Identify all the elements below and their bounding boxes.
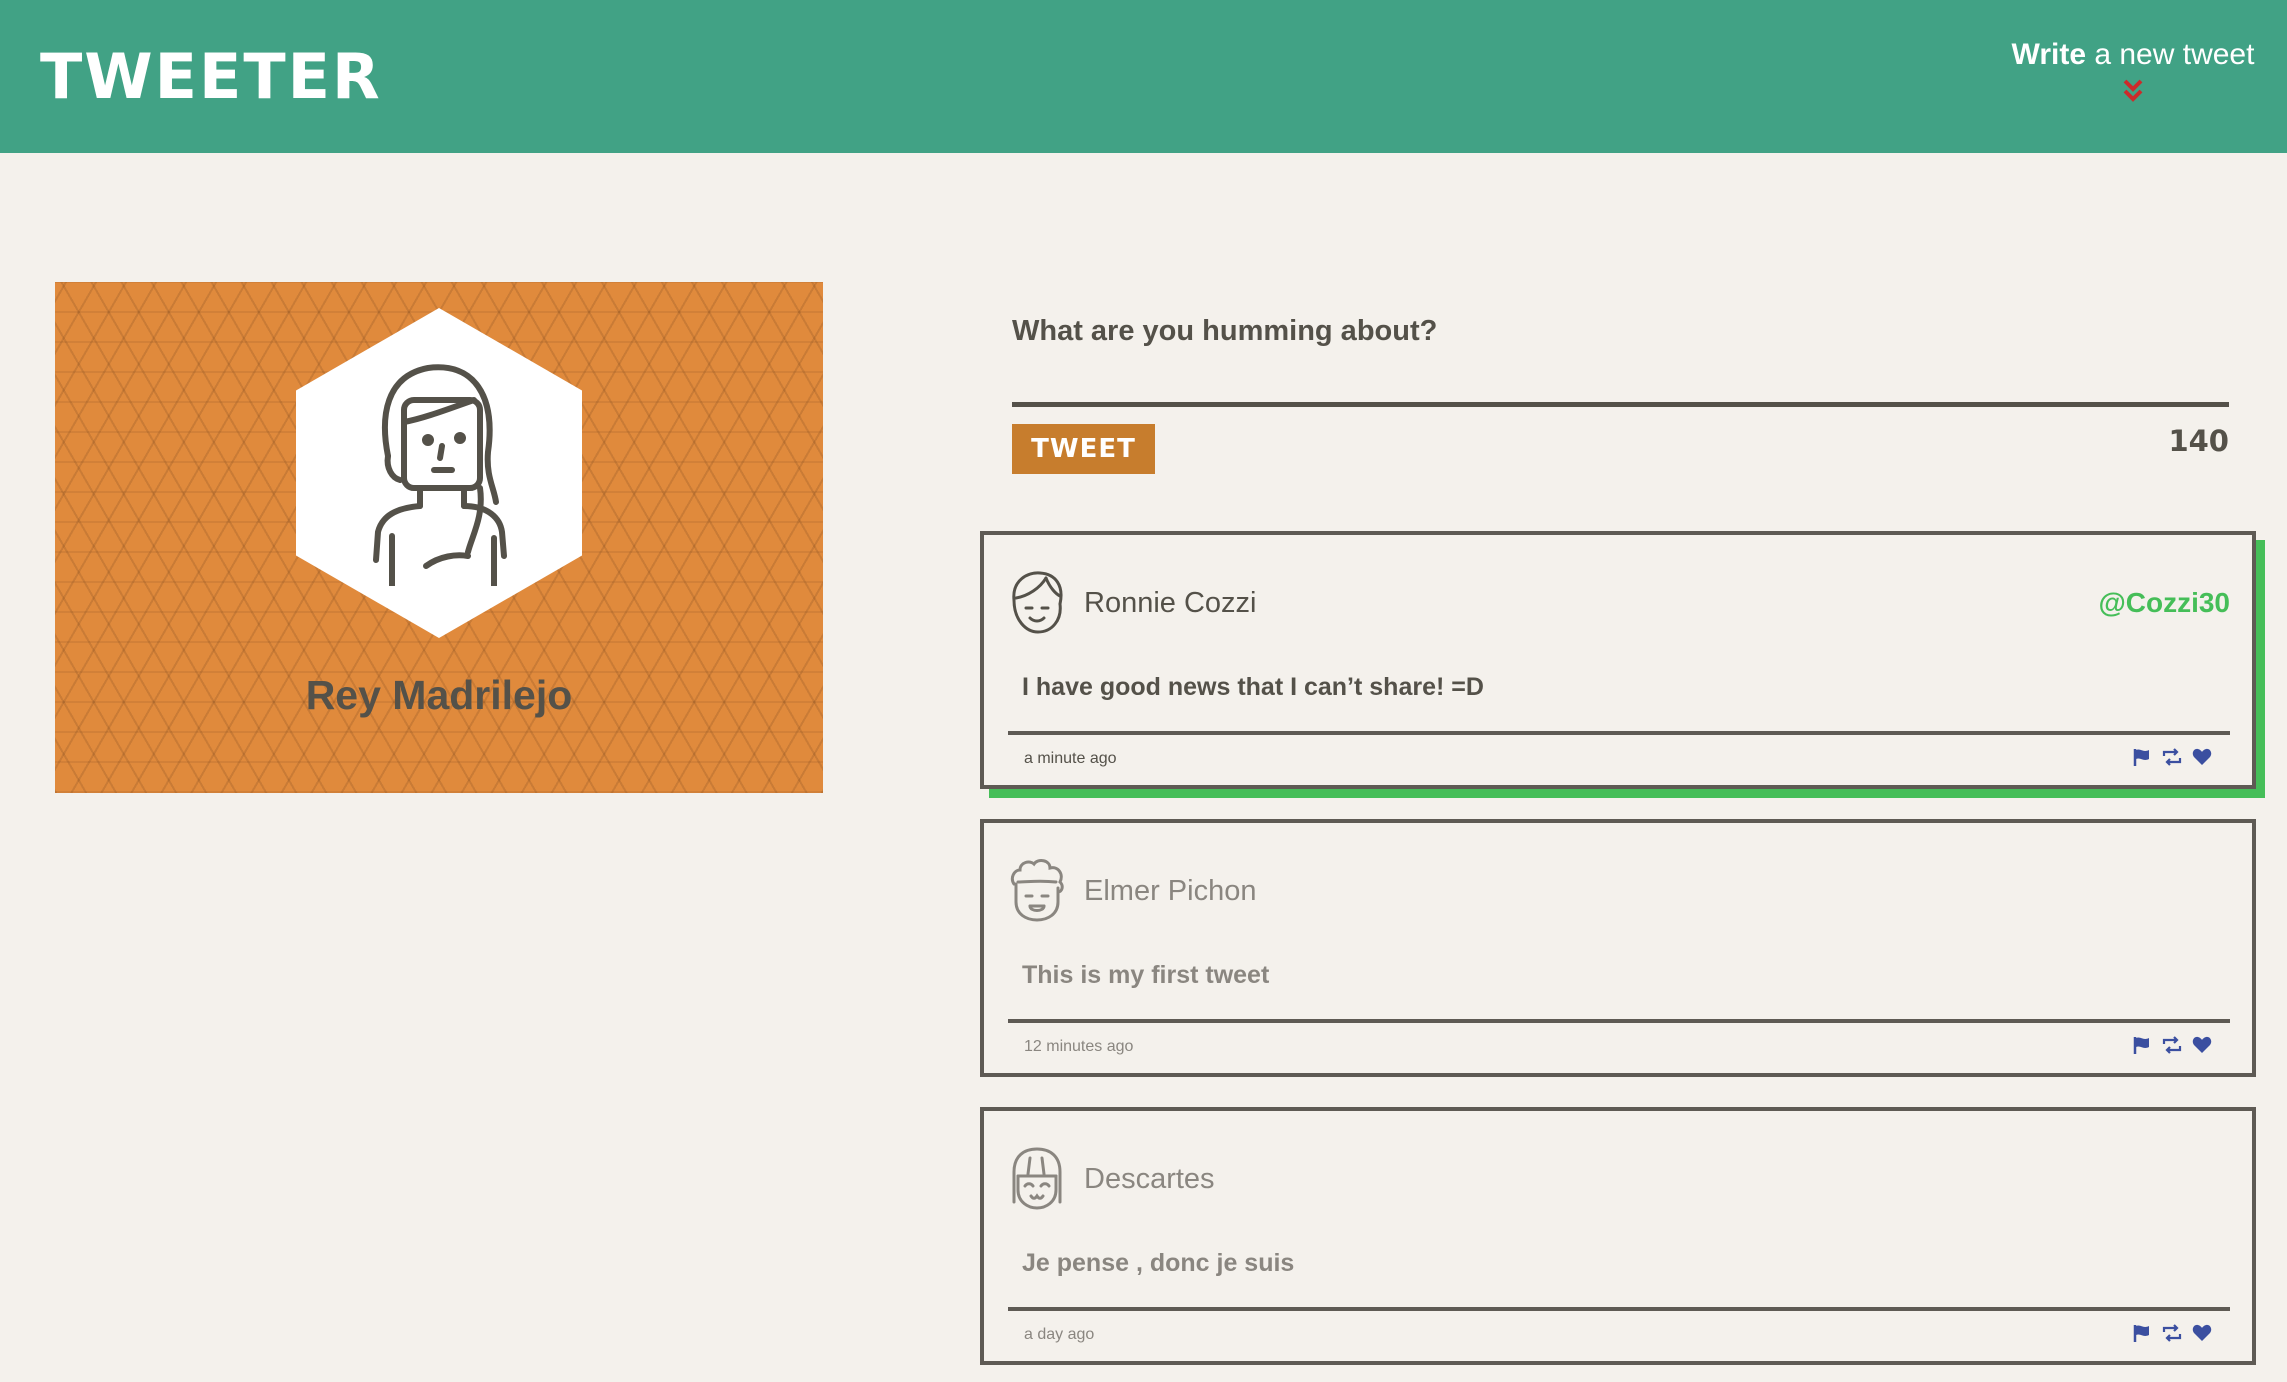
heart-icon[interactable] (2192, 1323, 2212, 1343)
tweet-actions (2132, 1323, 2212, 1343)
tweet-timestamp: 12 minutes ago (1024, 1038, 1134, 1055)
write-new-tweet-toggle[interactable]: Write a new tweet (2003, 38, 2263, 104)
tweet-text: I have good news that I can’t share! =D (1022, 673, 1484, 701)
bangs-hair-face-icon (1012, 1147, 1062, 1210)
brand-logo[interactable]: TWEETER (40, 38, 382, 116)
flag-icon[interactable] (2132, 1323, 2152, 1343)
flag-icon[interactable] (2132, 1035, 2152, 1055)
profile-name: Rey Madrilejo (305, 672, 573, 718)
tweet-card[interactable]: Descartes Je pense , donc je suis a day … (980, 1107, 2256, 1365)
flag-icon[interactable] (2132, 747, 2152, 767)
tweet-divider (1008, 1307, 2230, 1311)
heart-icon[interactable] (2192, 747, 2212, 767)
compose-toggle-strong: Write (2011, 38, 2087, 71)
heart-icon[interactable] (2192, 1035, 2212, 1055)
tweet-textarea[interactable] (1012, 360, 2229, 407)
character-counter: 140 (2168, 424, 2229, 458)
tweet-actions (2132, 1035, 2212, 1055)
tweet-timestamp: a minute ago (1024, 750, 1117, 767)
smiling-boy-face-icon (1012, 571, 1063, 634)
compose-prompt: What are you humming about? (1012, 315, 1438, 347)
retweet-icon[interactable] (2162, 1035, 2182, 1055)
tweet-author-handle[interactable]: @Cozzi30 (2098, 587, 2230, 619)
person-long-hair-icon (373, 364, 507, 586)
retweet-icon[interactable] (2162, 1323, 2182, 1343)
tweet-timestamp: a day ago (1024, 1326, 1095, 1343)
curly-hair-face-icon (1010, 859, 1064, 922)
retweet-icon[interactable] (2162, 747, 2182, 767)
tweet-divider (1008, 1019, 2230, 1023)
compose-toggle-text: a new tweet (2086, 38, 2255, 71)
tweet-author-name: Descartes (1084, 1163, 1215, 1195)
avatar-hexagon (296, 308, 582, 638)
tweet-actions (2132, 747, 2212, 767)
tweet-author-name: Ronnie Cozzi (1084, 587, 1257, 619)
tweet-text: Je pense , donc je suis (1022, 1249, 1295, 1277)
tweet-submit-button[interactable]: TWEET (1012, 424, 1155, 474)
profile-card: Rey Madrilejo (55, 282, 823, 793)
tweet-card[interactable]: Elmer Pichon This is my first tweet 12 m… (980, 819, 2256, 1077)
tweet-author-name: Elmer Pichon (1084, 875, 1257, 907)
tweet-card[interactable]: Ronnie Cozzi @Cozzi30 I have good news t… (980, 531, 2256, 789)
tweet-divider (1008, 731, 2230, 735)
double-chevron-down-icon[interactable] (2121, 78, 2145, 104)
tweet-text: This is my first tweet (1022, 961, 1270, 989)
top-nav: TWEETER Write a new tweet (0, 0, 2287, 153)
